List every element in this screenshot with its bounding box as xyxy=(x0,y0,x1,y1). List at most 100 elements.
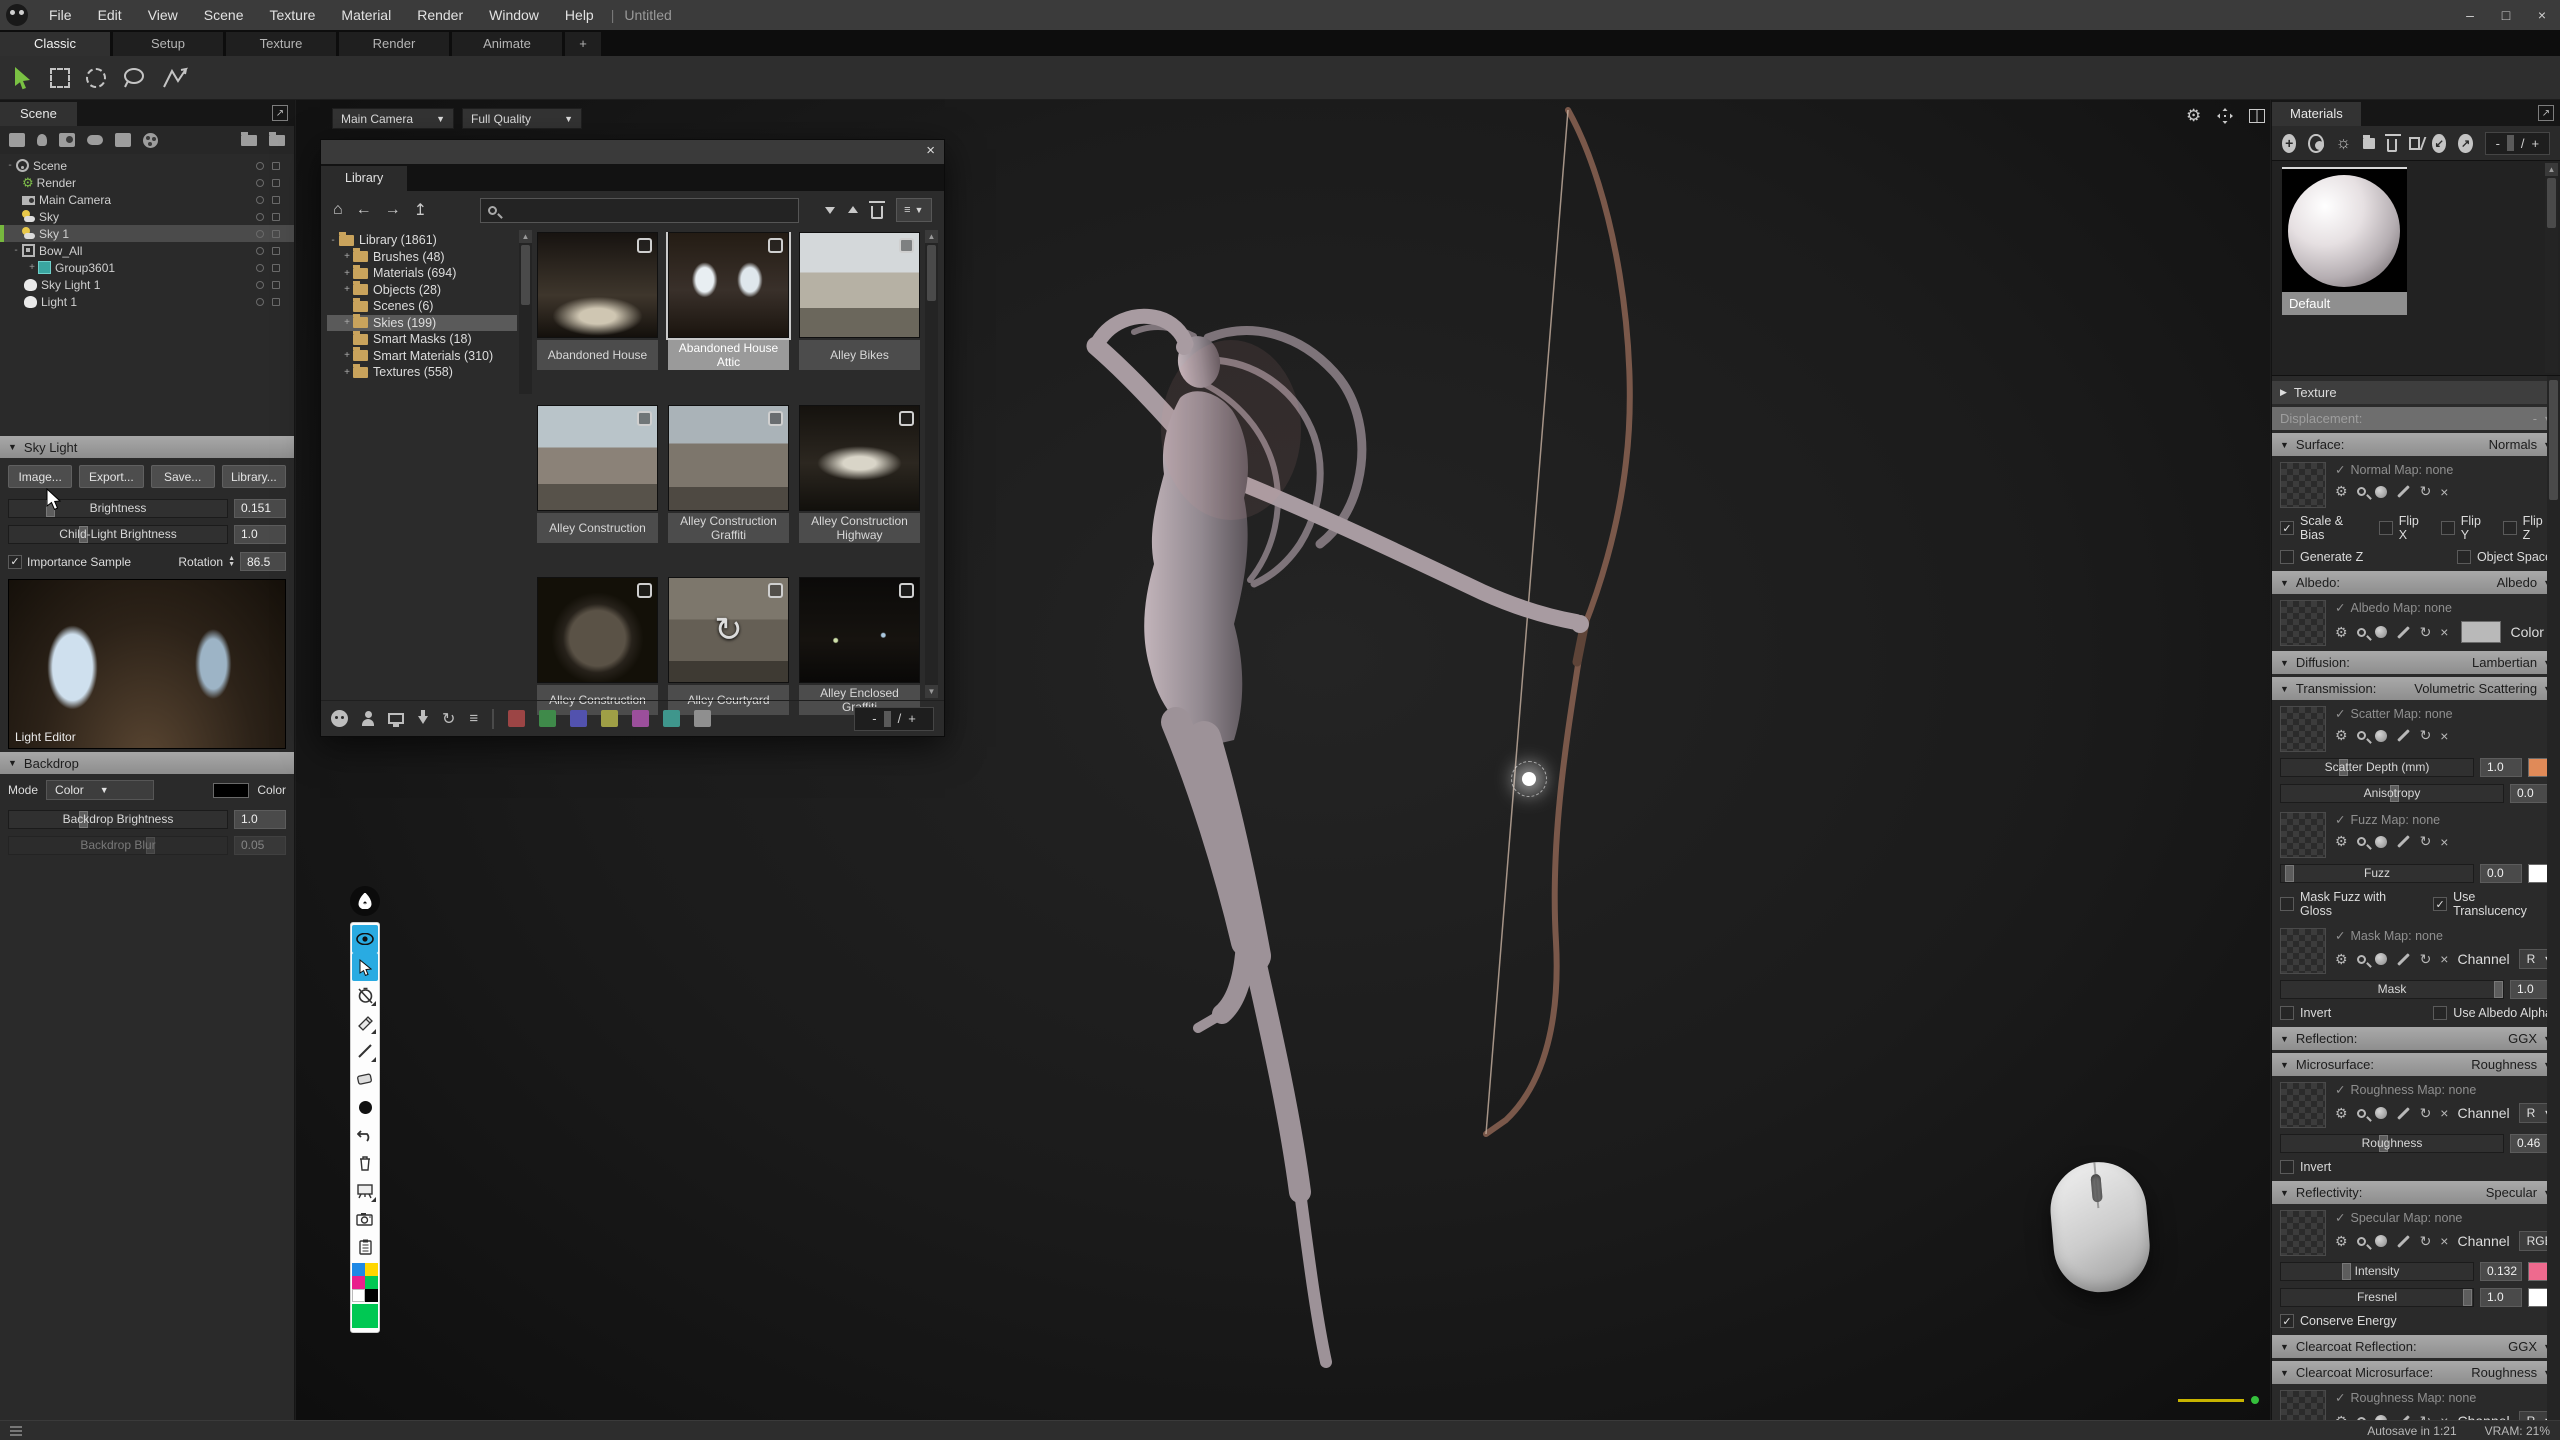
material-item-default[interactable]: Default xyxy=(2282,167,2407,315)
delete-material-icon[interactable] xyxy=(2387,139,2397,152)
transmission-mode-select[interactable]: Volumetric Scattering▼ xyxy=(2414,681,2552,696)
use-translucency-checkbox[interactable]: ✓ xyxy=(2433,897,2447,911)
albedo-mode-select[interactable]: Albedo▼ xyxy=(2497,575,2552,590)
importance-sample-checkbox[interactable]: ✓ xyxy=(8,555,22,569)
maximize-button[interactable]: □ xyxy=(2488,0,2524,30)
menu-edit[interactable]: Edit xyxy=(85,0,135,30)
palette-green[interactable] xyxy=(365,1276,378,1289)
scatter-map-slot[interactable] xyxy=(2280,706,2326,752)
fuzz-slider[interactable]: Fuzz 0.0 xyxy=(2272,860,2560,886)
generate-z-checkbox[interactable] xyxy=(2280,550,2294,564)
scene-folder-icon[interactable] xyxy=(241,135,257,146)
microsurface-mode-select[interactable]: Roughness▼ xyxy=(2471,1057,2552,1072)
map-zoom-icon[interactable] xyxy=(2357,487,2366,496)
texture-section-header[interactable]: ▶Texture xyxy=(2272,381,2560,404)
map-zoom-icon[interactable] xyxy=(2357,731,2366,740)
annotation-clear-button[interactable] xyxy=(352,1149,378,1177)
map-settings-icon[interactable]: ⚙ xyxy=(2335,727,2348,744)
visibility-icon[interactable] xyxy=(272,281,280,289)
lasso-select-tool-icon[interactable] xyxy=(122,67,146,89)
refresh-icon[interactable]: ↻ xyxy=(442,709,455,729)
item-checkbox[interactable] xyxy=(899,411,914,426)
visibility-icon[interactable] xyxy=(272,230,280,238)
menu-help[interactable]: Help xyxy=(552,0,607,30)
tab-setup[interactable]: Setup xyxy=(113,32,223,56)
fresnel-value[interactable]: 1.0 xyxy=(2480,1288,2522,1307)
import-icon[interactable] xyxy=(825,207,835,219)
tag-olive-swatch[interactable] xyxy=(601,710,618,727)
view-options-button[interactable]: ≡▼ xyxy=(896,198,932,222)
library-item[interactable]: Alley Construction Highway xyxy=(799,405,920,552)
backdrop-brightness-value[interactable]: 1.0 xyxy=(234,810,286,829)
properties-scrollbar[interactable] xyxy=(2547,376,2560,1420)
grid-scrollbar[interactable]: ▲ ▼ xyxy=(925,230,938,698)
map-settings-icon[interactable]: ⚙ xyxy=(2335,1413,2348,1421)
scroll-down-icon[interactable]: ▼ xyxy=(925,685,938,698)
map-zoom-icon[interactable] xyxy=(2357,837,2366,846)
fuzz-value[interactable]: 0.0 xyxy=(2480,864,2522,883)
reflection-mode-select[interactable]: GGX▼ xyxy=(2508,1031,2552,1046)
map-sphere-icon[interactable] xyxy=(2375,1235,2387,1247)
folder-skies[interactable]: +Skies (199) xyxy=(327,315,517,332)
refresh-previews-icon[interactable]: ☼ xyxy=(2336,133,2352,153)
normal-map-slot[interactable] xyxy=(2280,462,2326,508)
tree-row-group3601[interactable]: +Group3601 xyxy=(0,259,294,276)
tab-animate[interactable]: Animate xyxy=(452,32,562,56)
map-clear-icon[interactable]: × xyxy=(2440,834,2448,850)
sky-light-section-header[interactable]: ▼ Sky Light xyxy=(0,436,294,458)
annotation-eraser-button[interactable] xyxy=(352,1065,378,1093)
visibility-icon[interactable] xyxy=(272,213,280,221)
map-clear-icon[interactable]: × xyxy=(2440,624,2448,640)
palette-magenta[interactable] xyxy=(352,1276,365,1289)
load-material-icon[interactable]: ↙ xyxy=(2432,134,2446,153)
map-zoom-icon[interactable] xyxy=(2357,628,2366,637)
map-reload-icon[interactable]: ↻ xyxy=(2420,1105,2432,1122)
save-material-icon[interactable]: ↗ xyxy=(2458,134,2472,153)
scatter-depth-slider[interactable]: Scatter Depth (mm) 1.0 xyxy=(2272,754,2560,780)
map-reload-icon[interactable]: ↻ xyxy=(2420,624,2432,641)
map-edit-icon[interactable] xyxy=(2397,485,2410,498)
diffusion-mode-select[interactable]: Lambertian▼ xyxy=(2472,655,2552,670)
tree-row-scene[interactable]: -Scene xyxy=(0,157,294,174)
lock-icon[interactable] xyxy=(256,264,264,272)
intensity-slider[interactable]: Intensity 0.132 xyxy=(2272,1258,2560,1284)
tree-row-light-1[interactable]: Light 1 xyxy=(0,293,294,310)
annotation-screenshot-button[interactable] xyxy=(352,1205,378,1233)
specular-map-slot[interactable] xyxy=(2280,1210,2326,1256)
library-button[interactable]: Library... xyxy=(222,465,286,488)
menu-window[interactable]: Window xyxy=(476,0,552,30)
transmission-section-header[interactable]: ▼Transmission:Volumetric Scattering▼ xyxy=(2272,677,2560,700)
back-icon[interactable]: ← xyxy=(356,201,372,219)
map-zoom-icon[interactable] xyxy=(2357,1417,2366,1421)
tag-teal-swatch[interactable] xyxy=(663,710,680,727)
lock-icon[interactable] xyxy=(256,281,264,289)
backdrop-color-swatch[interactable] xyxy=(213,783,249,798)
mask-value[interactable]: 1.0 xyxy=(2510,980,2552,999)
scene-new-folder-icon[interactable] xyxy=(269,135,285,146)
add-material-icon[interactable] xyxy=(143,133,158,148)
polygon-select-tool-icon[interactable] xyxy=(162,67,188,89)
invert-roughness-checkbox[interactable] xyxy=(2280,1160,2294,1174)
lock-icon[interactable] xyxy=(256,213,264,221)
palette-black[interactable] xyxy=(365,1289,378,1302)
downloads-icon[interactable] xyxy=(418,716,428,729)
clearcoat-microsurface-mode-select[interactable]: Roughness▼ xyxy=(2471,1365,2552,1380)
new-material-icon[interactable]: + xyxy=(2282,134,2296,153)
map-edit-icon[interactable] xyxy=(2397,1415,2410,1420)
item-checkbox[interactable] xyxy=(899,583,914,598)
expander[interactable]: + xyxy=(26,262,38,273)
backdrop-section-header[interactable]: ▼ Backdrop xyxy=(0,752,294,774)
map-reload-icon[interactable]: ↻ xyxy=(2420,833,2432,850)
marquee-select-tool-icon[interactable] xyxy=(50,68,70,88)
select-arrow-tool-icon[interactable] xyxy=(12,66,34,90)
annotation-clipboard-button[interactable] xyxy=(352,1233,378,1261)
apply-material-icon[interactable] xyxy=(2409,137,2420,150)
sky-preview-image[interactable]: Light Editor xyxy=(8,579,286,749)
roughness-value[interactable]: 0.46 xyxy=(2510,1134,2552,1153)
tab-texture[interactable]: Texture xyxy=(226,32,336,56)
expander[interactable]: - xyxy=(10,245,22,256)
anisotropy-value[interactable]: 0.0 xyxy=(2510,784,2552,803)
menu-material[interactable]: Material xyxy=(328,0,404,30)
albedo-color-swatch[interactable] xyxy=(2461,621,2501,643)
annotation-line-button[interactable] xyxy=(352,1037,378,1065)
